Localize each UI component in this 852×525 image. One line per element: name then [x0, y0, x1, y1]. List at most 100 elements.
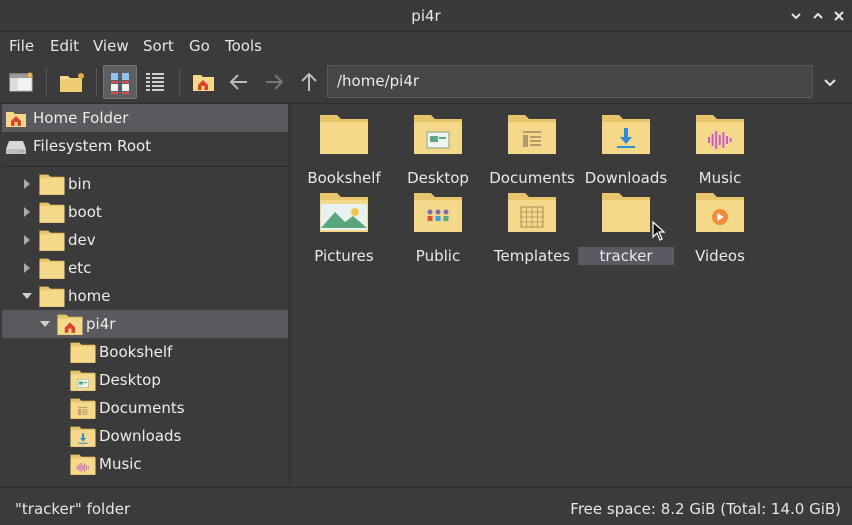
mouse-pointer-icon — [652, 221, 666, 241]
place-label: Filesystem Root — [33, 137, 152, 155]
chevron-down-icon — [824, 79, 836, 87]
file-item-label: tracker — [578, 247, 674, 265]
menu-edit[interactable]: Edit — [50, 37, 79, 55]
collapse-arrow-icon[interactable] — [20, 289, 34, 303]
documents-folder-icon — [70, 398, 96, 419]
home-button[interactable] — [186, 65, 220, 99]
tree-item-home[interactable]: home — [2, 282, 288, 310]
toolbar: /home/pi4r — [0, 60, 852, 104]
public-folder-icon — [414, 193, 462, 232]
folder-icon — [70, 342, 96, 363]
tree-item-label: Desktop — [99, 371, 161, 389]
drive-icon — [6, 141, 26, 154]
file-item-desktop[interactable]: Desktop — [394, 112, 482, 187]
expand-arrow-icon[interactable] — [20, 177, 34, 191]
path-history-dropdown[interactable] — [820, 73, 840, 97]
file-item-label: Pictures — [314, 247, 374, 265]
documents-folder-icon — [508, 115, 556, 154]
file-item-videos[interactable]: Videos — [676, 190, 764, 265]
tree-item-pi4r[interactable]: pi4r — [2, 310, 288, 338]
folder-icon — [602, 193, 650, 232]
music-folder-icon — [70, 454, 96, 475]
new-folder-button[interactable] — [54, 65, 88, 99]
close-button[interactable] — [831, 8, 847, 24]
sidebar-window-icon — [9, 72, 33, 92]
icon-view-icon — [111, 73, 129, 94]
toolbar-separator — [46, 68, 47, 96]
tree-item-label: Bookshelf — [99, 343, 173, 361]
back-button[interactable] — [222, 65, 256, 99]
list-view-button[interactable] — [138, 65, 172, 99]
downloads-folder-icon — [602, 115, 650, 154]
toolbar-separator — [96, 68, 97, 96]
videos-folder-icon — [696, 193, 744, 232]
menu-go[interactable]: Go — [189, 37, 210, 55]
icon-view-button[interactable] — [103, 65, 137, 99]
tree-item-boot[interactable]: boot — [2, 198, 288, 226]
file-item-bookshelf[interactable]: Bookshelf — [300, 112, 388, 187]
tree-item-dev[interactable]: dev — [2, 226, 288, 254]
status-bar: "tracker" folder Free space: 8.2 GiB (To… — [0, 487, 852, 525]
toolbar-separator — [179, 68, 180, 96]
file-item-label: Downloads — [584, 169, 668, 187]
menu-tools[interactable]: Tools — [225, 37, 262, 55]
up-button[interactable] — [292, 65, 326, 99]
file-item-music[interactable]: Music — [676, 112, 764, 187]
file-item-public[interactable]: Public — [394, 190, 482, 265]
path-input[interactable]: /home/pi4r — [327, 65, 813, 98]
tree-item-bin[interactable]: bin — [2, 170, 288, 198]
menu-file[interactable]: File — [9, 37, 34, 55]
minimize-button[interactable] — [788, 8, 804, 24]
file-item-label: Public — [415, 247, 461, 265]
tree-item-music[interactable]: Music — [2, 450, 288, 478]
home-folder-icon — [6, 112, 26, 127]
folder-icon — [39, 258, 65, 279]
close-icon — [834, 11, 844, 21]
new-folder-icon — [60, 73, 84, 92]
music-folder-icon — [696, 115, 744, 154]
tree-item-desktop[interactable]: Desktop — [2, 366, 288, 394]
menu-view[interactable]: View — [93, 37, 129, 55]
arrow-up-icon — [301, 72, 317, 91]
folder-icon — [39, 202, 65, 223]
expand-arrow-icon[interactable] — [20, 261, 34, 275]
expand-arrow-icon[interactable] — [20, 205, 34, 219]
tree-item-label: pi4r — [86, 315, 116, 333]
file-item-label: Videos — [695, 247, 745, 265]
file-view[interactable]: Bookshelf Desktop Documents Downloads Music P… — [291, 104, 852, 487]
folder-icon — [39, 286, 65, 307]
menu-sort[interactable]: Sort — [143, 37, 174, 55]
tree-item-documents[interactable]: Documents — [2, 394, 288, 422]
collapse-arrow-icon[interactable] — [38, 317, 52, 331]
tree-item-bookshelf[interactable]: Bookshelf — [2, 338, 288, 366]
desktop-folder-icon — [414, 115, 462, 154]
folder-icon — [39, 230, 65, 251]
window-title: pi4r — [411, 7, 441, 25]
home-folder-icon — [57, 314, 83, 335]
file-item-templates[interactable]: Templates — [488, 190, 576, 265]
templates-folder-icon — [508, 193, 556, 232]
maximize-button[interactable] — [810, 8, 826, 24]
tree-item-etc[interactable]: etc — [2, 254, 288, 282]
tree-item-label: Downloads — [99, 427, 182, 445]
menu-bar: File Edit View Sort Go Tools — [0, 32, 852, 60]
arrow-right-icon — [266, 74, 284, 90]
list-view-icon — [146, 73, 164, 91]
pane-resize-handle[interactable] — [288, 387, 289, 409]
title-bar: pi4r — [0, 0, 852, 32]
place-filesystem-root[interactable]: Filesystem Root — [2, 132, 288, 160]
chevron-up-icon — [813, 12, 823, 19]
tree-item-downloads[interactable]: Downloads — [2, 422, 288, 450]
place-label: Home Folder — [33, 109, 129, 127]
forward-button[interactable] — [257, 65, 291, 99]
toggle-sidebar-button[interactable] — [4, 65, 38, 99]
home-folder-icon — [193, 75, 214, 91]
file-item-documents[interactable]: Documents — [488, 112, 576, 187]
place-home-folder[interactable]: Home Folder — [2, 104, 288, 132]
file-item-downloads[interactable]: Downloads — [582, 112, 670, 187]
tree-item-label: bin — [68, 175, 92, 193]
expand-arrow-icon[interactable] — [20, 233, 34, 247]
file-item-label: Music — [698, 169, 742, 187]
tree-item-label: etc — [68, 259, 92, 277]
file-item-pictures[interactable]: Pictures — [300, 190, 388, 265]
